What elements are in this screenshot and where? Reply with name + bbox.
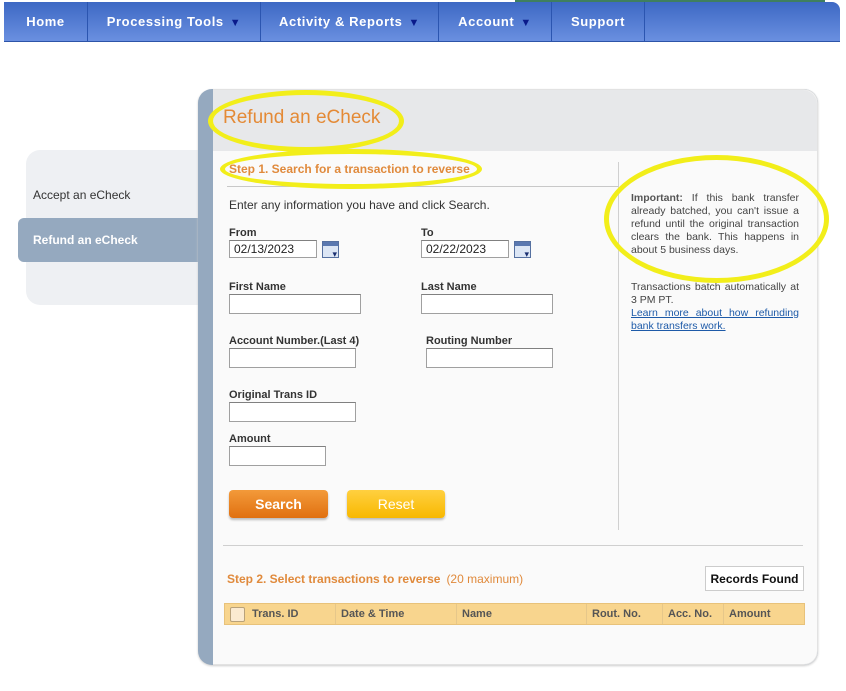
nav-processing-tools-label: Processing Tools <box>106 14 224 29</box>
batch-note: Transactions batch automatically at 3 PM… <box>631 281 799 306</box>
column-label: Trans. ID <box>252 608 299 620</box>
divider <box>227 186 619 187</box>
sidebar: Accept an eCheck Refund an eCheck <box>18 150 208 305</box>
step2-heading-text: Step 2. Select transactions to reverse <box>227 572 441 586</box>
step2-heading: Step 2. Select transactions to reverse (2… <box>227 572 523 586</box>
account-number-label: Account Number.(Last 4) <box>229 335 360 347</box>
original-trans-id-label: Original Trans ID <box>229 389 318 401</box>
column-trans-id: Trans. ID <box>225 604 336 624</box>
column-rout-no[interactable]: Rout. No. <box>587 604 663 624</box>
vertical-divider <box>618 162 619 530</box>
account-number-input[interactable] <box>229 348 356 368</box>
nav-support[interactable]: Support <box>552 2 645 41</box>
important-note: Important: If this bank transfer already… <box>631 192 799 257</box>
learn-more-wrap: Learn more about how refunding bank tran… <box>631 307 799 333</box>
from-date-input[interactable] <box>229 240 317 258</box>
sidebar-item-accept-echeck[interactable]: Accept an eCheck <box>33 188 213 202</box>
first-name-input[interactable] <box>229 294 361 314</box>
amount-label: Amount <box>229 433 271 445</box>
page-title: Refund an eCheck <box>223 107 381 128</box>
from-label: From <box>229 227 257 239</box>
step1-heading: Step 1. Search for a transaction to reve… <box>229 162 470 176</box>
nav-activity-reports-label: Activity & Reports <box>279 14 403 29</box>
panel-content: Refund an eCheck Step 1. Search for a tr… <box>213 89 818 665</box>
first-name-label: First Name <box>229 281 286 293</box>
nav-processing-tools[interactable]: Processing Tools ▼ <box>88 2 261 41</box>
nav-home-label: Home <box>26 14 65 29</box>
reset-button[interactable]: Reset <box>347 490 445 518</box>
calendar-icon[interactable] <box>514 241 531 260</box>
nav-account[interactable]: Account ▼ <box>439 2 552 41</box>
select-all-checkbox[interactable] <box>230 606 245 622</box>
sidebar-item-refund-echeck[interactable]: Refund an eCheck <box>18 218 208 262</box>
step1-intro: Enter any information you have and click… <box>229 198 490 212</box>
column-date-time[interactable]: Date & Time <box>336 604 457 624</box>
last-name-label: Last Name <box>421 281 477 293</box>
to-label: To <box>421 227 434 239</box>
records-found-button[interactable]: Records Found <box>705 566 804 591</box>
panel-header: Refund an eCheck <box>213 90 817 151</box>
main-panel: Refund an eCheck Step 1. Search for a tr… <box>198 89 818 665</box>
nav-activity-reports[interactable]: Activity & Reports ▼ <box>261 2 439 41</box>
chevron-down-icon: ▼ <box>229 17 242 29</box>
chevron-down-icon: ▼ <box>520 17 532 29</box>
main-nav: Home Processing Tools ▼ Activity & Report… <box>4 2 840 42</box>
search-button[interactable]: Search <box>229 490 328 518</box>
routing-number-label: Routing Number <box>426 335 513 347</box>
transactions-table-header: Trans. ID Date & Time Name Rout. No. Acc… <box>224 603 805 625</box>
nav-support-label: Support <box>570 14 626 29</box>
divider <box>223 545 803 546</box>
calendar-icon[interactable] <box>322 241 339 260</box>
to-date-input[interactable] <box>421 240 509 258</box>
last-name-input[interactable] <box>421 294 553 314</box>
nav-home[interactable]: Home <box>4 2 88 41</box>
column-name[interactable]: Name <box>457 604 587 624</box>
original-trans-id-input[interactable] <box>229 402 356 422</box>
learn-more-link[interactable]: Learn more about how refunding bank tran… <box>631 307 799 332</box>
column-acc-no[interactable]: Acc. No. <box>663 604 724 624</box>
column-amount[interactable]: Amount <box>724 604 804 624</box>
max-note: (20 maximum) <box>446 572 524 586</box>
nav-account-label: Account <box>458 14 515 29</box>
chevron-down-icon: ▼ <box>408 17 420 29</box>
routing-number-input[interactable] <box>426 348 553 368</box>
important-label: Important: <box>631 192 683 204</box>
amount-input[interactable] <box>229 446 326 466</box>
